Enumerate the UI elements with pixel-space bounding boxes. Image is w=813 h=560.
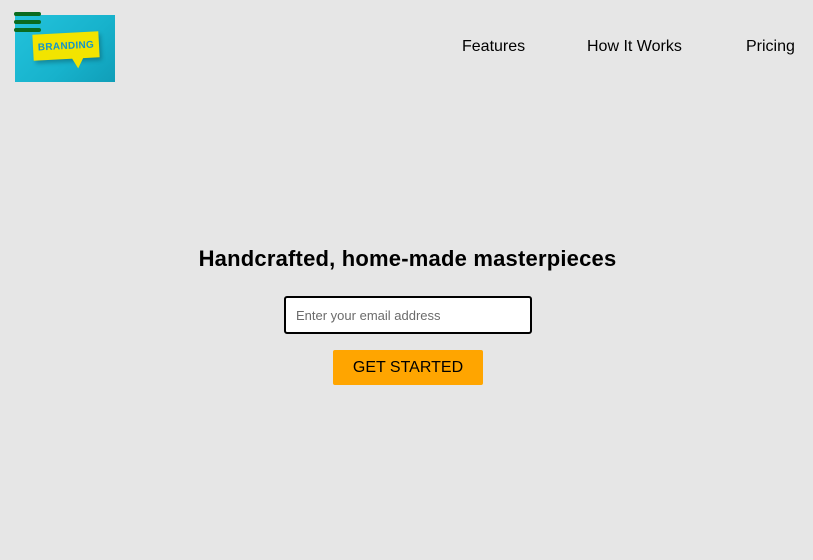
- hamburger-menu-icon[interactable]: [14, 12, 41, 34]
- nav-link-how-it-works[interactable]: How It Works: [587, 38, 682, 56]
- menu-bar-top: [14, 12, 41, 16]
- menu-bar-middle: [14, 20, 41, 24]
- nav-link-pricing[interactable]: Pricing: [746, 38, 795, 56]
- main-nav: Features How It Works Pricing: [0, 38, 813, 60]
- nav-link-features[interactable]: Features: [462, 38, 525, 56]
- email-input[interactable]: [284, 296, 532, 334]
- menu-bar-bottom: [14, 28, 41, 32]
- landing-page: BRANDING Features How It Works Pricing H…: [0, 0, 813, 560]
- hero-title: Handcrafted, home-made masterpieces: [198, 246, 617, 271]
- get-started-button[interactable]: GET STARTED: [333, 350, 483, 385]
